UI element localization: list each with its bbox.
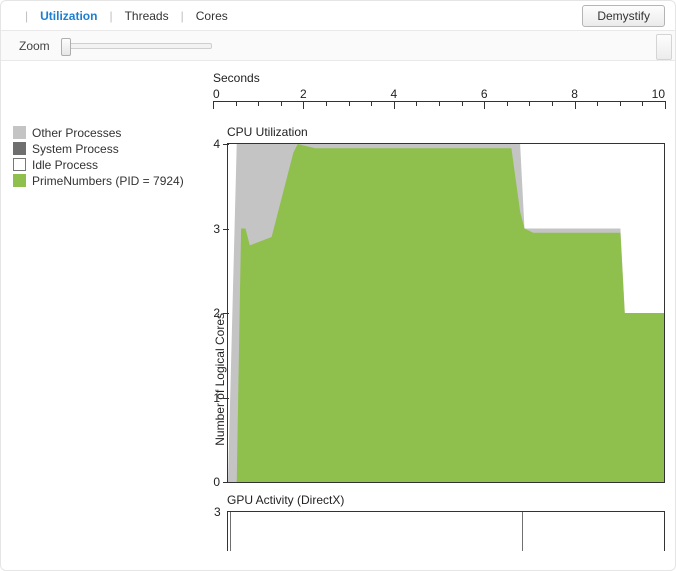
gpu-chart-wrap: GPU Activity (DirectX) 3 <box>213 493 665 551</box>
gpu-chart-title: GPU Activity (DirectX) <box>227 493 665 507</box>
zoom-thumb[interactable] <box>61 38 71 56</box>
legend-item-system-process[interactable]: System Process <box>13 141 205 156</box>
x-tick-minor <box>597 101 598 106</box>
cpu-chart-title: CPU Utilization <box>227 125 665 139</box>
legend-item-other-processes[interactable]: Other Processes <box>13 125 205 140</box>
zoom-slider[interactable] <box>62 43 212 49</box>
x-tick-minor <box>258 101 259 106</box>
x-tick <box>575 101 576 109</box>
legend-swatch <box>13 174 26 187</box>
x-tick-minor <box>462 101 463 106</box>
x-tick <box>484 101 485 109</box>
x-tick-label: 0 <box>213 87 220 101</box>
gpu-spike <box>230 512 231 551</box>
x-tick-label: 4 <box>390 87 397 101</box>
cpu-chart-wrap: CPU Utilization Number of Logical Cores … <box>213 125 665 483</box>
x-tick-minor <box>552 101 553 106</box>
legend-label: Other Processes <box>32 126 121 140</box>
x-tick <box>213 101 214 109</box>
x-tick <box>665 101 666 109</box>
y-axis-ticks: 0 1 2 3 4 <box>214 144 228 482</box>
x-tick-minor <box>507 101 508 106</box>
tab-separator: | <box>25 9 28 23</box>
x-tick-minor <box>236 101 237 106</box>
cpu-area-svg <box>228 144 664 482</box>
y-tick-label: 3 <box>213 222 220 236</box>
tab-separator: | <box>109 9 112 23</box>
tab-utilization[interactable]: Utilization <box>36 8 101 24</box>
cpu-chart[interactable]: Number of Logical Cores 0 1 2 3 4 <box>227 143 665 483</box>
y-tick-label: 1 <box>213 391 220 405</box>
legend-swatch <box>13 142 26 155</box>
x-tick-minor <box>281 101 282 106</box>
legend-panel: Other Processes System Process Idle Proc… <box>1 63 213 570</box>
x-tick-label: 2 <box>300 87 307 101</box>
x-axis-ruler[interactable]: 0 2 4 6 8 10 <box>213 87 665 111</box>
tab-separator: | <box>181 9 184 23</box>
x-tick-minor <box>349 101 350 106</box>
gpu-spike <box>522 512 523 551</box>
legend-swatch <box>13 158 26 171</box>
legend-item-primenumbers[interactable]: PrimeNumbers (PID = 7924) <box>13 173 205 188</box>
vertical-scrollbar[interactable] <box>656 34 672 60</box>
y-tick-label: 2 <box>213 306 220 320</box>
demystify-button[interactable]: Demystify <box>582 5 665 27</box>
y-tick-label: 4 <box>213 137 220 151</box>
x-tick-label: 6 <box>481 87 488 101</box>
view-tabs: | Utilization | Threads | Cores <box>17 8 232 24</box>
x-tick-minor <box>529 101 530 106</box>
chart-panel: Seconds 0 2 4 6 8 10 <box>213 63 675 570</box>
x-tick-minor <box>371 101 372 106</box>
x-tick-label: 8 <box>571 87 578 101</box>
x-tick <box>394 101 395 109</box>
legend: Other Processes System Process Idle Proc… <box>13 125 205 188</box>
tab-cores[interactable]: Cores <box>192 8 232 24</box>
x-tick-minor <box>642 101 643 106</box>
tab-threads[interactable]: Threads <box>121 8 173 24</box>
x-axis-title: Seconds <box>213 71 260 85</box>
x-tick-minor <box>620 101 621 106</box>
gpu-chart[interactable]: 3 <box>227 511 665 551</box>
legend-swatch <box>13 126 26 139</box>
legend-label: System Process <box>32 142 119 156</box>
y-tick-label: 0 <box>213 475 220 489</box>
zoom-row: Zoom <box>1 31 675 61</box>
legend-label: PrimeNumbers (PID = 7924) <box>32 174 184 188</box>
legend-item-idle-process[interactable]: Idle Process <box>13 157 205 172</box>
body: Other Processes System Process Idle Proc… <box>1 63 675 570</box>
zoom-label: Zoom <box>19 39 50 53</box>
x-tick-label: 10 <box>652 87 665 101</box>
gpu-y-tick-label: 3 <box>214 505 221 519</box>
x-tick-minor <box>416 101 417 106</box>
legend-label: Idle Process <box>32 158 98 172</box>
x-tick-minor <box>326 101 327 106</box>
x-tick-minor <box>439 101 440 106</box>
x-tick <box>303 101 304 109</box>
profiler-frame: | Utilization | Threads | Cores Demystif… <box>0 0 676 571</box>
top-toolbar: | Utilization | Threads | Cores Demystif… <box>1 1 675 31</box>
